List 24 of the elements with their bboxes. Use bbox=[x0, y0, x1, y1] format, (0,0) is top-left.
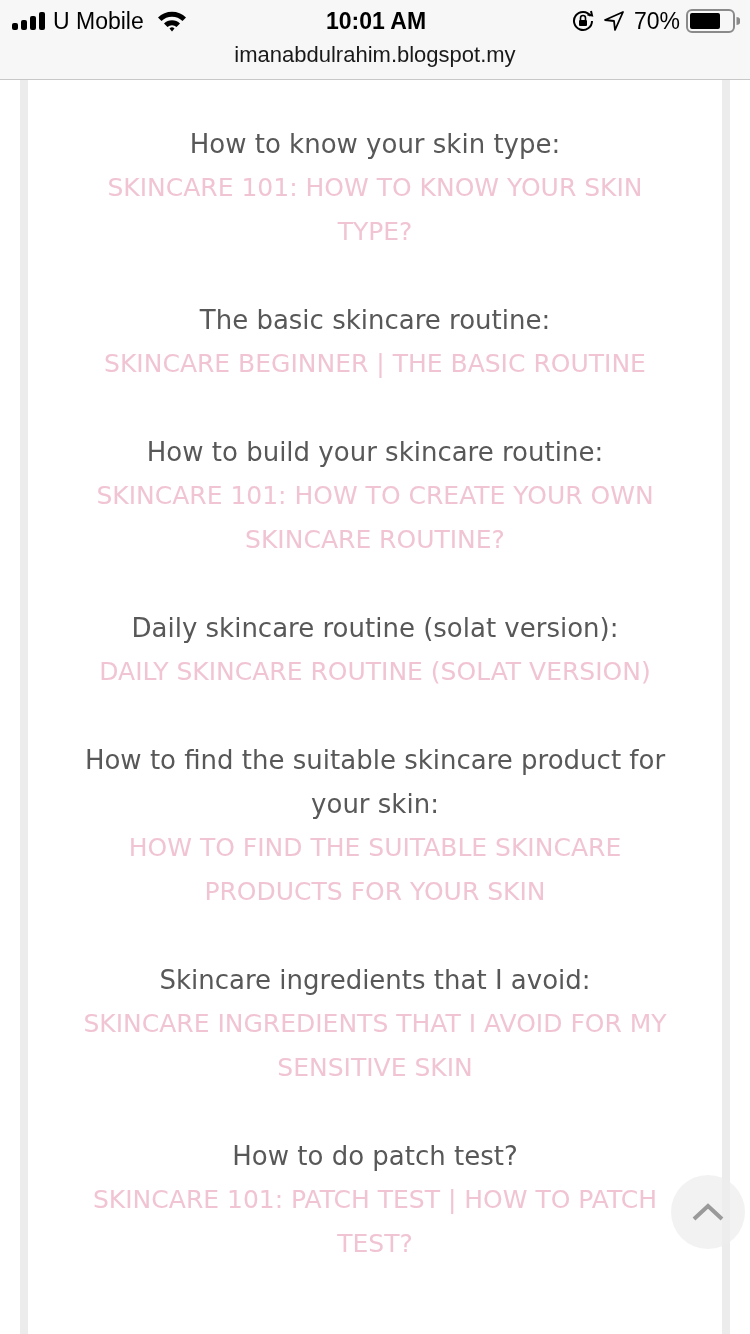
topic-label: Skincare ingredients that I avoid: bbox=[159, 964, 591, 997]
address-bar-url[interactable]: imanabdulrahim.blogspot.my bbox=[234, 42, 516, 68]
battery-percentage: 70% bbox=[633, 7, 680, 35]
article-link[interactable]: SKINCARE 101: HOW TO CREATE YOUR OWN SKINCARE ROUTINE? bbox=[81, 474, 669, 562]
article-link[interactable]: HOW TO FIND THE SUITABLE SKINCARE PRODUCTS FOR YOUR SKIN bbox=[81, 826, 669, 914]
chevron-up-icon bbox=[692, 1203, 724, 1221]
topic-label: How to build your skincare routine: bbox=[146, 436, 604, 469]
signal-bars-icon bbox=[12, 12, 46, 30]
article-link[interactable]: SKINCARE INGREDIENTS THAT I AVOID FOR MY SENSITIVE SKIN bbox=[81, 1002, 669, 1090]
topic-label: The basic skincare routine: bbox=[199, 304, 551, 337]
topic-label: How to find the suitable skincare product for your skin: bbox=[83, 744, 667, 821]
orientation-lock-icon bbox=[571, 10, 594, 32]
topic-label: Daily skincare routine (solat version): bbox=[131, 612, 619, 645]
article-link[interactable]: SKINCARE 101: HOW TO KNOW YOUR SKIN TYPE? bbox=[81, 166, 669, 254]
article-link[interactable]: SKINCARE BEGINNER | THE BASIC ROUTINE bbox=[81, 342, 669, 386]
article-link[interactable]: DAILY SKINCARE ROUTINE (SOLAT VERSION) bbox=[81, 650, 669, 694]
location-arrow-icon bbox=[603, 11, 624, 31]
battery-icon bbox=[686, 9, 740, 33]
topic-label: How to know your skin type: bbox=[189, 128, 561, 161]
topic-label: How to do patch test? bbox=[232, 1140, 518, 1173]
wifi-icon bbox=[156, 10, 187, 32]
clock-time: 10:01 AM bbox=[325, 7, 427, 35]
carrier-name: U Mobile bbox=[53, 7, 144, 35]
article-link[interactable]: SKINCARE 101: PATCH TEST | HOW TO PATCH TEST? bbox=[81, 1178, 669, 1266]
